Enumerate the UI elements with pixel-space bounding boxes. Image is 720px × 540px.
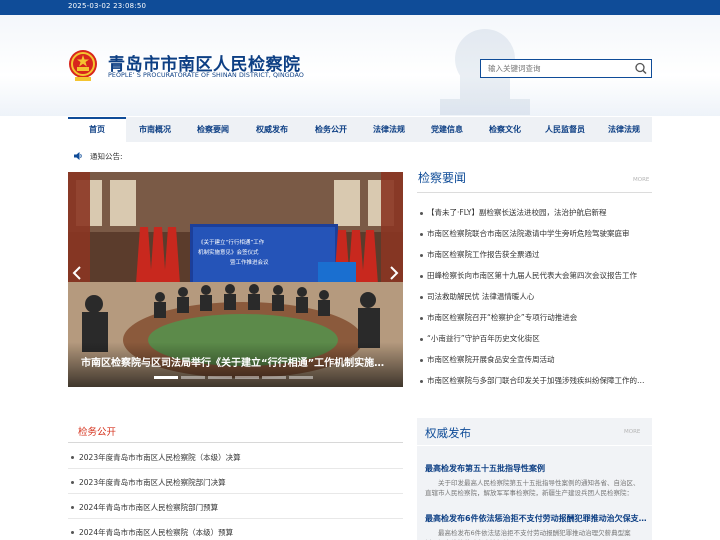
news-item-text[interactable]: 市南区检察院联合市南区法院邀请中学生旁听危险驾驶案庭审 <box>427 228 651 239</box>
nav-item-party[interactable]: 党建信息 <box>418 117 476 142</box>
list-item[interactable]: 【青未了·FLY】副检察长送法进校园，法治护航启新程 <box>417 207 652 221</box>
bullet <box>71 531 74 534</box>
nav-item-culture[interactable]: 检察文化 <box>476 117 534 142</box>
bullet <box>420 296 423 299</box>
image-slider[interactable]: 《关于建立“行行相通”工作 机制实施意见》会签仪式 暨工作推进会议 市南区检察院… <box>68 172 403 387</box>
slider-dot[interactable] <box>289 376 313 379</box>
bullet <box>71 506 74 509</box>
main-nav: 首页 市南概况 检察要闻 权威发布 检务公开 法律法规 党建信息 检察文化 人民… <box>68 117 652 142</box>
slide-screen-line-3: 暨工作推进会议 <box>230 260 269 266</box>
nav-item-news[interactable]: 检察要闻 <box>184 117 242 142</box>
news-item-text[interactable]: 田峰检察长向市南区第十九届人民代表大会第四次会议报告工作 <box>427 270 651 281</box>
slide-screen-line-1: 《关于建立“行行相通”工作 <box>198 240 265 246</box>
authority-article-headline[interactable]: 最高检发布6件依法惩治拒不支付劳动报酬犯罪推动治欠保支典型案例 <box>425 513 647 524</box>
bullet <box>420 275 423 278</box>
slider-dot[interactable] <box>262 376 286 379</box>
bullet <box>71 481 74 484</box>
publicity-item-text[interactable]: 2023年度青岛市市南区人民检察院部门决算 <box>79 477 226 488</box>
current-datetime: 2025-03-02 23:08:50 <box>68 2 147 10</box>
slide-caption[interactable]: 市南区检察院与区司法局举行《关于建立“行行相通”工作机制实施意见》会签仪式 <box>81 354 391 369</box>
publicity-item-text[interactable]: 2024年青岛市市南区人民检察院部门预算 <box>79 502 218 513</box>
bullet <box>71 456 74 459</box>
list-item[interactable]: 田峰检察长向市南区第十九届人民代表大会第四次会议报告工作 <box>417 270 652 284</box>
nav-item-supervisor[interactable]: 人民监督员 <box>534 117 596 142</box>
nav-item-home[interactable]: 首页 <box>68 117 126 142</box>
news-item-text[interactable]: 市南区检察院工作报告获全票通过 <box>427 249 651 260</box>
bullet <box>420 359 423 362</box>
search-icon[interactable] <box>633 61 649 76</box>
speaker-icon <box>74 152 82 160</box>
slider-dot[interactable] <box>208 376 232 379</box>
nav-item-laws-2[interactable]: 法律法规 <box>596 117 652 142</box>
nav-item-authority[interactable]: 权威发布 <box>242 117 302 142</box>
news-more-link[interactable]: MORE <box>633 177 649 183</box>
slider-dot[interactable] <box>235 376 259 379</box>
notice-label[interactable]: 通知公告: <box>90 151 123 162</box>
publicity-divider <box>68 442 403 443</box>
news-item-text[interactable]: 市南区检察院与多部门联合印发关于加强涉残疾纠纷保障工作的意见 <box>427 375 651 386</box>
news-item-text[interactable]: 【青未了·FLY】副检察长送法进校园，法治护航启新程 <box>427 207 651 218</box>
list-item[interactable]: 2023年度青岛市市南区人民检察院（本级）决算 <box>68 447 403 469</box>
publicity-title[interactable]: 检务公开 <box>78 424 116 438</box>
top-bar: 2025-03-02 23:08:50 <box>0 0 720 15</box>
publicity-item-text[interactable]: 2024年青岛市市南区人民检察院（本级）预算 <box>79 527 233 538</box>
bullet <box>420 233 423 236</box>
search-box <box>480 59 652 78</box>
list-item[interactable]: 2024年青岛市市南区人民检察院（本级）预算 <box>68 522 403 540</box>
bullet <box>420 254 423 257</box>
search-input[interactable] <box>481 60 633 77</box>
list-item[interactable]: 司法救助解民忧 法律温情暖人心 <box>417 291 652 305</box>
slider-dot[interactable] <box>154 376 178 379</box>
news-divider <box>417 192 652 193</box>
nav-item-publicity[interactable]: 检务公开 <box>302 117 360 142</box>
publicity-item-text[interactable]: 2023年度青岛市市南区人民检察院（本级）决算 <box>79 452 241 463</box>
authority-divider <box>417 445 652 446</box>
slider-next-icon[interactable] <box>389 266 399 280</box>
news-item-text[interactable]: “小南益行”守护百年历史文化街区 <box>427 333 651 344</box>
list-item[interactable]: 2023年度青岛市市南区人民检察院部门决算 <box>68 472 403 494</box>
authority-article-summary: 关于印发最高人民检察院第五十五批指导性案例的通知各省、自治区、直辖市人民检察院，… <box>425 479 640 497</box>
news-item-text[interactable]: 司法救助解民忧 法律温情暖人心 <box>427 291 651 302</box>
authority-article-headline[interactable]: 最高检发布第五十五批指导性案例 <box>425 463 647 474</box>
nav-item-overview[interactable]: 市南概况 <box>126 117 184 142</box>
news-title[interactable]: 检察要闻 <box>418 169 466 186</box>
bullet <box>420 380 423 383</box>
authority-title[interactable]: 权威发布 <box>425 425 471 441</box>
nav-item-laws[interactable]: 法律法规 <box>360 117 418 142</box>
list-item[interactable]: 市南区检察院与多部门联合印发关于加强涉残疾纠纷保障工作的意见 <box>417 375 652 389</box>
authority-article-summary: 最高检发布6件依法惩治拒不支付劳动报酬犯罪推动治理欠薪典型案例，切实维护劳动者合… <box>425 529 631 540</box>
list-item[interactable]: 市南区检察院召开“检察护企”专项行动推进会 <box>417 312 652 326</box>
authority-more-link[interactable]: MORE <box>624 429 640 435</box>
national-emblem-icon[interactable] <box>68 49 98 82</box>
list-item[interactable]: 2024年青岛市市南区人民检察院部门预算 <box>68 497 403 519</box>
list-item[interactable]: “小南益行”守护百年历史文化街区 <box>417 333 652 347</box>
slide-screen-line-2: 机制实施意见》会签仪式 <box>198 250 259 256</box>
publicity-panel: 检务公开 2023年度青岛市市南区人民检察院（本级）决算 2023年度青岛市市南… <box>68 418 403 540</box>
list-item[interactable]: 市南区检察院联合市南区法院邀请中学生旁听危险驾驶案庭审 <box>417 228 652 242</box>
bullet <box>420 317 423 320</box>
slide-screen-text: 《关于建立“行行相通”工作 机制实施意见》会签仪式 暨工作推进会议 <box>198 238 334 266</box>
slider-pagination <box>154 376 334 380</box>
bullet <box>420 338 423 341</box>
list-item[interactable]: 市南区检察院工作报告获全票通过 <box>417 249 652 263</box>
bullet <box>420 212 423 215</box>
authority-panel: 权威发布 MORE 最高检发布第五十五批指导性案例 关于印发最高人民检察院第五十… <box>417 418 652 540</box>
news-item-text[interactable]: 市南区检察院召开“检察护企”专项行动推进会 <box>427 312 651 323</box>
slider-dot[interactable] <box>181 376 205 379</box>
list-item[interactable]: 市南区检察院开展食品安全宣传周活动 <box>417 354 652 368</box>
site-subtitle: PEOPLE’ S PROCURATORATE OF SHINAN DISTRI… <box>108 72 304 79</box>
news-item-text[interactable]: 市南区检察院开展食品安全宣传周活动 <box>427 354 651 365</box>
slider-prev-icon[interactable] <box>72 266 82 280</box>
